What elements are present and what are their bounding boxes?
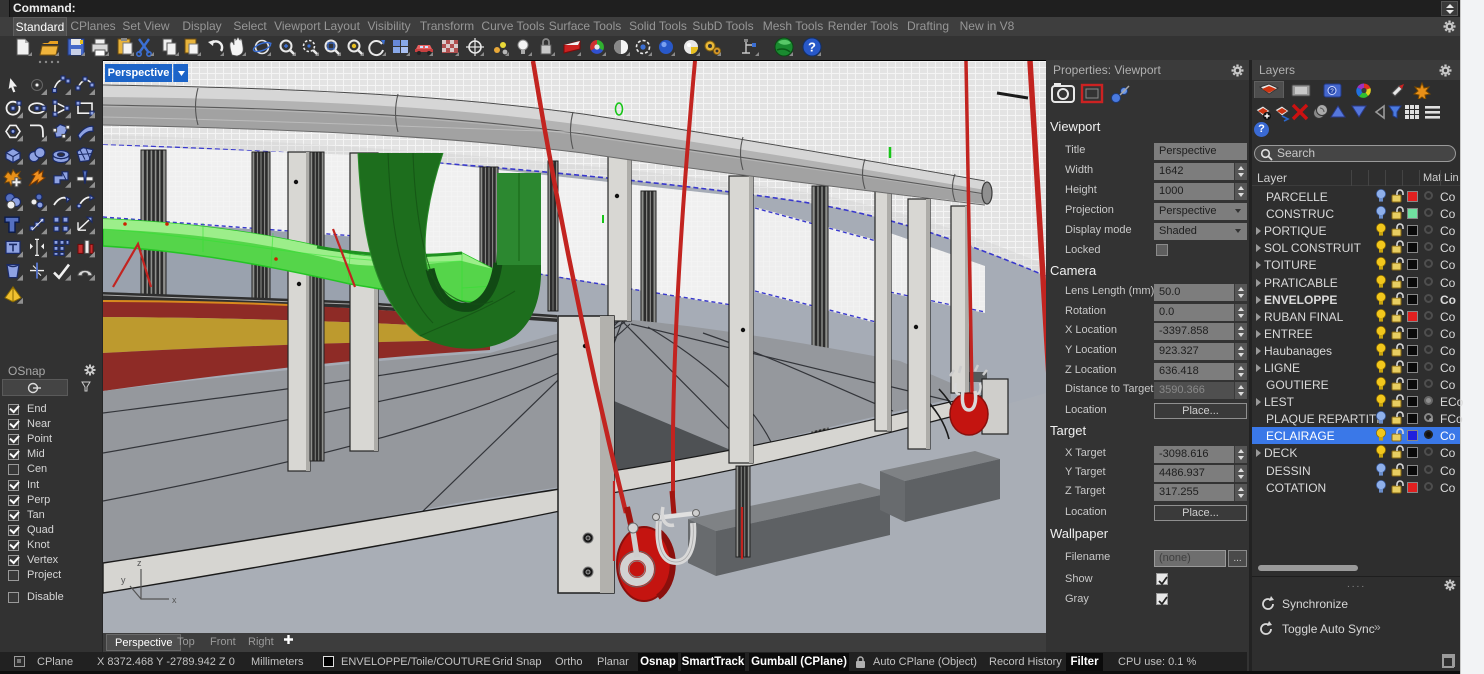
svg-text:?: ? — [808, 40, 816, 55]
svg-text:y: y — [121, 575, 126, 585]
svg-text:z: z — [137, 558, 142, 568]
svg-text:x: x — [172, 595, 177, 605]
